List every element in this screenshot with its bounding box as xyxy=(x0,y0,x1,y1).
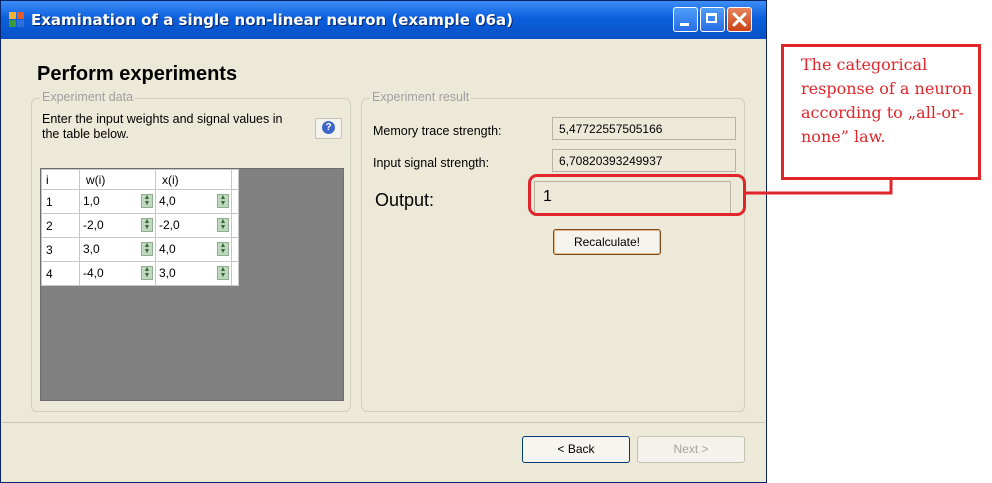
spinner-icon[interactable]: ▲ ▼ xyxy=(217,194,229,208)
signal-cell[interactable]: 4,0 ▲ ▼ xyxy=(156,238,231,261)
row-index: 1 xyxy=(41,189,80,214)
table-header-row: i w(i) x(i) xyxy=(41,169,239,190)
close-button[interactable] xyxy=(727,7,752,32)
annotation-text: The categorical response of a neuron acc… xyxy=(801,55,973,146)
row-index: 3 xyxy=(41,237,80,262)
spinner-icon[interactable]: ▲ ▼ xyxy=(217,218,229,232)
column-header-x[interactable]: x(i) xyxy=(155,169,232,190)
data-table: i w(i) x(i) 1 1,0 ▲ ▼ 4,0 ▲ ▼ 2 -2,0 ▲ ▼ -2,0 ▲… xyxy=(41,169,239,286)
signal-value: 4,0 xyxy=(159,194,176,208)
spinner-icon[interactable]: ▲ ▼ xyxy=(141,242,153,256)
page-title: Perform experiments xyxy=(37,63,238,85)
minimize-button[interactable] xyxy=(673,7,698,32)
weight-cell[interactable]: -2,0 ▲ ▼ xyxy=(80,214,155,237)
app-icon xyxy=(9,12,25,28)
output-highlight xyxy=(528,174,746,216)
recalculate-button[interactable]: Recalculate! xyxy=(553,229,661,255)
weight-value: 3,0 xyxy=(83,242,100,256)
title-bar[interactable]: Examination of a single non-linear neuro… xyxy=(1,1,766,39)
input-signal-field[interactable]: 6,70820393249937 xyxy=(552,149,736,172)
back-button[interactable]: < Back xyxy=(522,436,630,463)
weight-cell[interactable]: -4,0 ▲ ▼ xyxy=(80,262,155,285)
signal-cell[interactable]: 4,0 ▲ ▼ xyxy=(156,190,231,213)
spinner-icon[interactable]: ▲ ▼ xyxy=(217,242,229,256)
table-row: 4 -4,0 ▲ ▼ 3,0 ▲ ▼ xyxy=(41,261,239,286)
help-button[interactable]: ? xyxy=(315,118,342,139)
signal-value: 3,0 xyxy=(159,266,176,280)
experiment-data-group: Experiment data Enter the input weights … xyxy=(31,90,351,412)
column-header-w[interactable]: w(i) xyxy=(79,169,156,190)
data-grid[interactable]: i w(i) x(i) 1 1,0 ▲ ▼ 4,0 ▲ ▼ 2 -2,0 ▲ ▼ -2,0 ▲… xyxy=(40,168,344,401)
signal-value: 4,0 xyxy=(159,242,176,256)
question-icon: ? xyxy=(322,121,335,134)
annotation-callout: The categorical response of a neuron acc… xyxy=(781,44,981,180)
memory-trace-label: Memory trace strength: xyxy=(373,124,502,138)
output-label: Output: xyxy=(375,190,435,210)
row-index: 4 xyxy=(41,261,80,286)
experiment-data-legend: Experiment data xyxy=(40,90,136,104)
app-window: Examination of a single non-linear neuro… xyxy=(0,0,767,483)
window-title: Examination of a single non-linear neuro… xyxy=(31,11,514,29)
input-signal-label: Input signal strength: xyxy=(373,156,490,170)
weight-value: -2,0 xyxy=(83,218,104,232)
spinner-icon[interactable]: ▲ ▼ xyxy=(141,218,153,232)
table-row: 3 3,0 ▲ ▼ 4,0 ▲ ▼ xyxy=(41,237,239,262)
weight-cell[interactable]: 3,0 ▲ ▼ xyxy=(80,238,155,261)
experiment-result-group: Experiment result Memory trace strength:… xyxy=(361,90,745,412)
table-row: 1 1,0 ▲ ▼ 4,0 ▲ ▼ xyxy=(41,189,239,214)
spinner-icon[interactable]: ▲ ▼ xyxy=(217,266,229,280)
instructions-text: Enter the input weights and signal value… xyxy=(42,112,283,141)
column-header-i[interactable]: i xyxy=(41,169,80,190)
row-index: 2 xyxy=(41,213,80,238)
signal-cell[interactable]: 3,0 ▲ ▼ xyxy=(156,262,231,285)
experiment-result-legend: Experiment result xyxy=(370,90,472,104)
signal-value: -2,0 xyxy=(159,218,180,232)
column-header-filler xyxy=(231,169,239,190)
maximize-button[interactable] xyxy=(700,7,725,32)
signal-cell[interactable]: -2,0 ▲ ▼ xyxy=(156,214,231,237)
next-button[interactable]: Next > xyxy=(637,436,745,463)
table-row: 2 -2,0 ▲ ▼ -2,0 ▲ ▼ xyxy=(41,213,239,238)
weight-value: -4,0 xyxy=(83,266,104,280)
memory-trace-field[interactable]: 5,47722557505166 xyxy=(552,117,736,140)
weight-cell[interactable]: 1,0 ▲ ▼ xyxy=(80,190,155,213)
footer-divider xyxy=(2,422,765,423)
close-icon xyxy=(732,12,747,27)
spinner-icon[interactable]: ▲ ▼ xyxy=(141,194,153,208)
spinner-icon[interactable]: ▲ ▼ xyxy=(141,266,153,280)
weight-value: 1,0 xyxy=(83,194,100,208)
callout-connector xyxy=(746,180,893,195)
